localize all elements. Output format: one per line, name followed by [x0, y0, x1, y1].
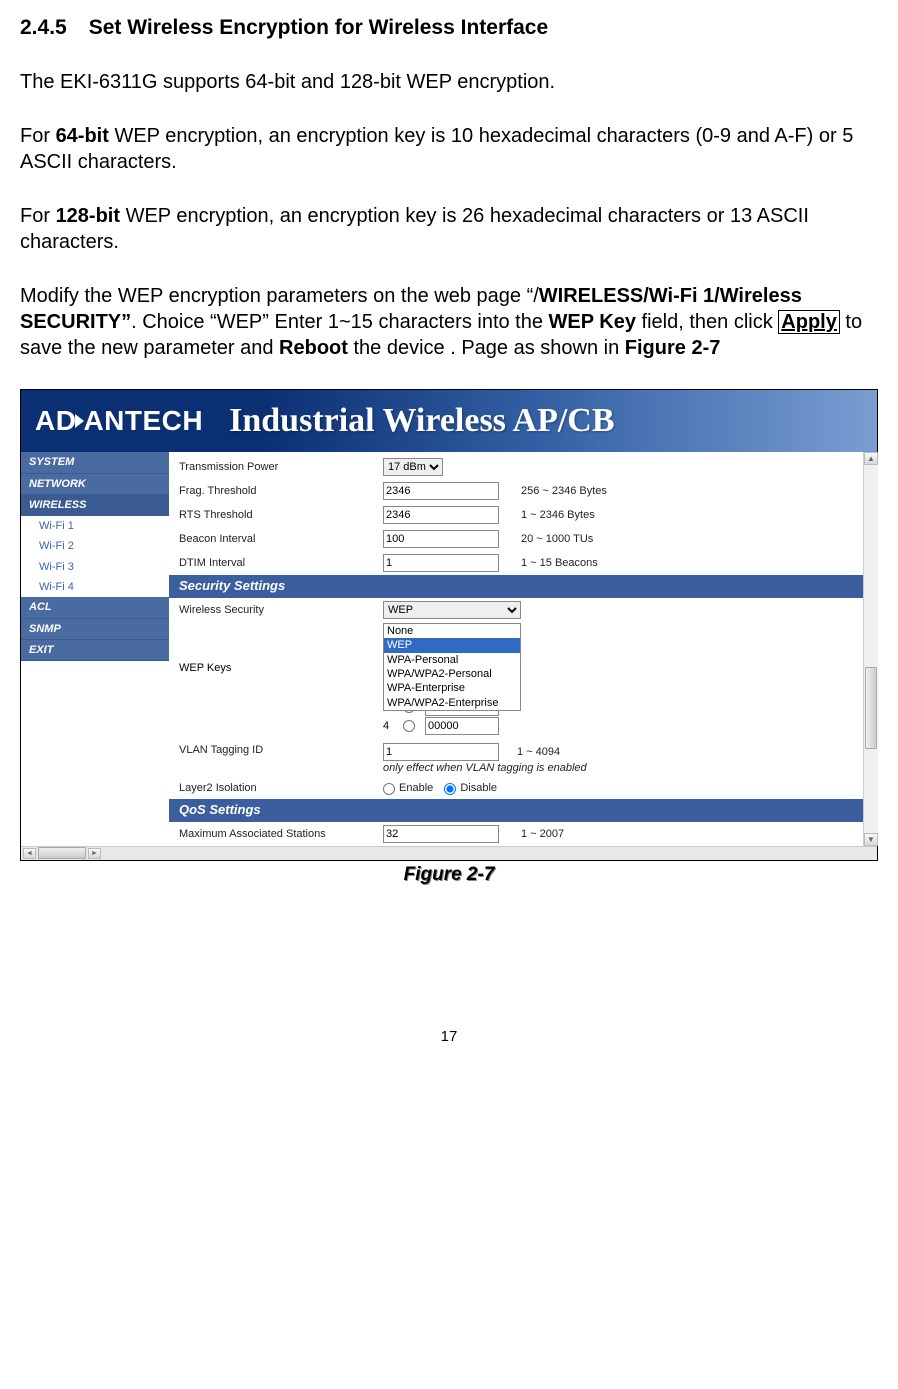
- sidebar: SYSTEM NETWORK WIRELESS Wi-Fi 1 Wi-Fi 2 …: [21, 452, 169, 845]
- sidebar-item-snmp[interactable]: SNMP: [21, 619, 169, 640]
- advantech-logo: ADANTECH: [35, 403, 203, 439]
- input-beacon[interactable]: [383, 530, 499, 548]
- section-qos: QoS Settings: [169, 799, 873, 822]
- label-disable: Disable: [460, 781, 497, 795]
- section-title: Set Wireless Encryption for Wireless Int…: [89, 16, 548, 39]
- paragraph-4: Modify the WEP encryption parameters on …: [20, 283, 878, 361]
- hint-frag: 256 ~ 2346 Bytes: [521, 484, 607, 498]
- note-vlan: only effect when VLAN tagging is enabled: [383, 761, 587, 775]
- label-tx-power: Transmission Power: [169, 460, 383, 474]
- main-panel: Transmission Power 17 dBm Frag. Threshol…: [169, 452, 877, 845]
- input-rts[interactable]: [383, 506, 499, 524]
- wep-key-row-4: 4: [383, 717, 499, 735]
- scroll-thumb-h[interactable]: [38, 847, 86, 859]
- sidebar-item-network[interactable]: NETWORK: [21, 474, 169, 495]
- hint-beacon: 20 ~ 1000 TUs: [521, 532, 593, 546]
- row-wep-keys: WEP Keys None WEP WPA-Personal WPA/WPA2-…: [169, 622, 877, 735]
- wep-key-index-4: 4: [383, 719, 393, 733]
- dropdown-option-wpa-wpa2-enterprise[interactable]: WPA/WPA2-Enterprise: [384, 696, 520, 710]
- row-vlan: VLAN Tagging ID 1 ~ 4094 only effect whe…: [169, 735, 877, 778]
- app-banner: ADANTECH Industrial Wireless AP/CB: [21, 390, 877, 452]
- radio-l2iso-disable[interactable]: [444, 783, 456, 795]
- apply-button-ref: Apply: [778, 310, 840, 334]
- page-number: 17: [20, 1027, 878, 1047]
- vertical-scrollbar[interactable]: ▲ ▼: [863, 452, 878, 845]
- radio-l2iso-enable[interactable]: [383, 783, 395, 795]
- row-beacon: Beacon Interval 20 ~ 1000 TUs: [169, 527, 877, 551]
- dropdown-wireless-security[interactable]: None WEP WPA-Personal WPA/WPA2-Personal …: [383, 623, 521, 711]
- input-frag[interactable]: [383, 482, 499, 500]
- row-tx-power: Transmission Power 17 dBm: [169, 455, 877, 479]
- dropdown-option-wpa-wpa2-personal[interactable]: WPA/WPA2-Personal: [384, 667, 520, 681]
- scroll-right-icon[interactable]: ►: [88, 848, 101, 859]
- wep-key-radio-4[interactable]: [403, 720, 415, 732]
- banner-title: Industrial Wireless AP/CB: [229, 399, 614, 443]
- figure-2-7: ADANTECH Industrial Wireless AP/CB SYSTE…: [20, 389, 878, 860]
- sidebar-item-exit[interactable]: EXIT: [21, 640, 169, 661]
- section-number: 2.4.5: [20, 14, 67, 41]
- hint-max-assoc: 1 ~ 2007: [521, 827, 564, 841]
- sidebar-sub-wifi4[interactable]: Wi-Fi 4: [21, 577, 169, 597]
- label-vlan: VLAN Tagging ID: [169, 743, 383, 757]
- label-enable: Enable: [399, 781, 433, 795]
- label-beacon: Beacon Interval: [169, 532, 383, 546]
- label-wireless-security: Wireless Security: [169, 603, 383, 617]
- hint-rts: 1 ~ 2346 Bytes: [521, 508, 595, 522]
- scroll-down-icon[interactable]: ▼: [864, 833, 878, 846]
- figure-caption: Figure 2-7: [20, 863, 878, 888]
- scroll-left-icon[interactable]: ◄: [23, 848, 36, 859]
- row-rts: RTS Threshold 1 ~ 2346 Bytes: [169, 503, 877, 527]
- label-dtim: DTIM Interval: [169, 556, 383, 570]
- row-dtim: DTIM Interval 1 ~ 15 Beacons: [169, 551, 877, 575]
- label-l2iso: Layer2 Isolation: [169, 781, 383, 795]
- row-wireless-security: Wireless Security WEP: [169, 598, 877, 622]
- paragraph-2: For 64-bit WEP encryption, an encryption…: [20, 123, 878, 175]
- label-rts: RTS Threshold: [169, 508, 383, 522]
- hint-vlan: 1 ~ 4094: [517, 745, 560, 759]
- scroll-thumb[interactable]: [865, 667, 877, 749]
- sidebar-sub-wifi3[interactable]: Wi-Fi 3: [21, 557, 169, 577]
- section-security: Security Settings: [169, 575, 873, 598]
- section-heading: 2.4.5 Set Wireless Encryption for Wireles…: [20, 14, 878, 41]
- sidebar-item-system[interactable]: SYSTEM: [21, 452, 169, 473]
- input-dtim[interactable]: [383, 554, 499, 572]
- row-l2iso: Layer2 Isolation Enable Disable: [169, 778, 877, 798]
- sidebar-sub-wifi1[interactable]: Wi-Fi 1: [21, 516, 169, 536]
- logo-triangle-icon: [75, 414, 84, 428]
- dropdown-option-none[interactable]: None: [384, 624, 520, 638]
- wep-key-input-4[interactable]: [425, 717, 499, 735]
- label-wep-keys: WEP Keys: [169, 625, 383, 675]
- sidebar-item-wireless[interactable]: WIRELESS: [21, 495, 169, 516]
- hint-dtim: 1 ~ 15 Beacons: [521, 556, 598, 570]
- dropdown-option-wep[interactable]: WEP: [384, 638, 520, 652]
- label-max-assoc: Maximum Associated Stations: [169, 827, 383, 841]
- input-max-assoc[interactable]: [383, 825, 499, 843]
- dropdown-option-wpa-personal[interactable]: WPA-Personal: [384, 653, 520, 667]
- row-frag: Frag. Threshold 256 ~ 2346 Bytes: [169, 479, 877, 503]
- scroll-track[interactable]: [864, 465, 878, 832]
- dropdown-option-wpa-enterprise[interactable]: WPA-Enterprise: [384, 681, 520, 695]
- select-tx-power[interactable]: 17 dBm: [383, 458, 443, 476]
- label-frag: Frag. Threshold: [169, 484, 383, 498]
- sidebar-sub-wifi2[interactable]: Wi-Fi 2: [21, 536, 169, 556]
- row-max-assoc: Maximum Associated Stations 1 ~ 2007: [169, 822, 877, 846]
- scroll-up-icon[interactable]: ▲: [864, 452, 878, 465]
- input-vlan[interactable]: [383, 743, 499, 761]
- paragraph-1: The EKI-6311G supports 64-bit and 128-bi…: [20, 69, 878, 95]
- select-wireless-security[interactable]: WEP: [383, 601, 521, 619]
- paragraph-3: For 128-bit WEP encryption, an encryptio…: [20, 203, 878, 255]
- horizontal-scrollbar[interactable]: ◄ ►: [21, 846, 877, 860]
- sidebar-item-acl[interactable]: ACL: [21, 597, 169, 618]
